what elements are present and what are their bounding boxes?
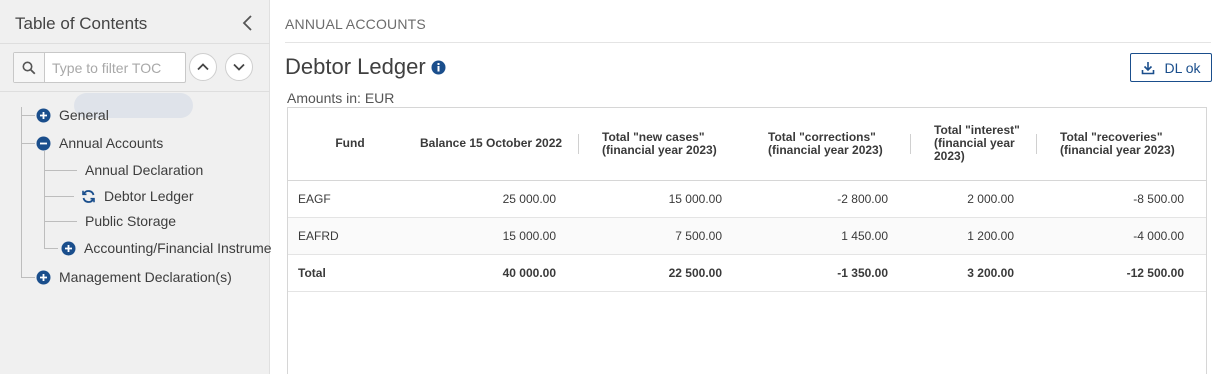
toc-filter-input[interactable] [46,53,185,82]
column-header-balance[interactable]: Balance 15 October 2022 [412,108,578,181]
tree-line [44,170,77,171]
previous-match-button[interactable] [189,53,217,81]
cell-recoveries: -12 500.00 [1036,254,1206,292]
tree-line [21,107,22,277]
toc-item-annual-declaration[interactable]: Annual Declaration [85,157,203,183]
column-header-interest[interactable]: Total "interest" (financial year 2023) [910,108,1036,181]
column-header-corrections[interactable]: Total "corrections" (financial year 2023… [744,108,910,181]
table-total-row: Total 40 000.00 22 500.00 -1 350.00 3 20… [288,254,1206,292]
plus-circle-icon[interactable] [61,241,76,256]
toc-sidebar: Table of Contents Type to filter TOC Gen… [0,0,272,374]
tree-line [44,248,58,249]
cell-interest: 2 000.00 [910,180,1036,218]
tree-line [21,115,35,116]
refresh-icon [82,189,95,203]
table-row: EAGF 25 000.00 15 000.00 -2 800.00 2 000… [288,180,1206,218]
main-content: ANNUAL ACCOUNTS Debtor Ledger DL ok Amou… [271,0,1225,374]
cell-interest: 1 200.00 [910,217,1036,255]
plus-circle-icon[interactable] [36,270,51,285]
chevron-up-icon [197,63,209,71]
toc-item-public-storage[interactable]: Public Storage [85,208,176,234]
app-window: Table of Contents Type to filter TOC Gen… [0,0,1225,374]
cell-fund: Total [288,254,412,292]
cell-corrections: 1 450.00 [744,217,910,255]
toc-item-accounting-financial-instruments[interactable]: Accounting/Financial Instrume [61,235,272,261]
tree-line [21,277,35,278]
amounts-currency-label: Amounts in: EUR [287,90,395,106]
toc-item-general[interactable]: General [36,102,109,128]
toc-item-label: Debtor Ledger [104,188,194,204]
cell-fund: EAFRD [288,217,412,255]
column-header-fund[interactable]: Fund [288,108,412,181]
chevron-left-icon[interactable] [240,13,256,33]
minus-circle-icon[interactable] [36,136,51,151]
toc-item-label: Annual Declaration [85,162,204,178]
tree-line [44,221,77,222]
cell-corrections: -2 800.00 [744,180,910,218]
toc-item-label: Accounting/Financial Instrume [84,240,272,256]
divider [285,42,1211,43]
download-icon [1142,61,1155,74]
column-header-recoveries[interactable]: Total "recoveries" (financial year 2023) [1036,108,1206,181]
toc-filter [13,52,186,83]
toc-item-label: General [59,107,109,123]
cell-recoveries: -4 000.00 [1036,217,1206,255]
tree-line [44,196,74,197]
plus-circle-icon[interactable] [36,108,51,123]
chevron-down-icon [233,63,245,71]
toc-item-annual-accounts[interactable]: Annual Accounts [36,130,163,156]
tree-line [21,143,35,144]
toc-item-debtor-ledger[interactable]: Debtor Ledger [81,183,194,209]
cell-new-cases: 15 000.00 [578,180,744,218]
cell-interest: 3 200.00 [910,254,1036,292]
page-title: Debtor Ledger [285,54,426,79]
info-icon[interactable] [431,60,446,75]
cell-fund: EAGF [288,180,412,218]
next-match-button[interactable] [225,53,253,81]
download-button[interactable]: DL ok [1130,53,1212,82]
breadcrumb[interactable]: ANNUAL ACCOUNTS [285,16,426,32]
search-icon [14,53,45,82]
table-header-row: Fund Balance 15 October 2022 Total "new … [288,108,1206,181]
cell-balance: 15 000.00 [412,217,578,255]
toc-header: Table of Contents [0,0,270,44]
cell-new-cases: 22 500.00 [578,254,744,292]
cell-balance: 25 000.00 [412,180,578,218]
toc-item-management-declarations[interactable]: Management Declaration(s) [36,264,232,290]
column-header-new-cases[interactable]: Total "new cases" (financial year 2023) [578,108,744,181]
debtor-ledger-table: Fund Balance 15 October 2022 Total "new … [287,107,1207,374]
toc-filter-row [0,44,270,92]
cell-balance: 40 000.00 [412,254,578,292]
table-row: EAFRD 15 000.00 7 500.00 1 450.00 1 200.… [288,217,1206,255]
download-button-label: DL ok [1164,59,1201,76]
cell-new-cases: 7 500.00 [578,217,744,255]
toc-item-label: Public Storage [85,213,177,229]
toc-item-label: Management Declaration(s) [59,269,232,285]
toc-item-label: Annual Accounts [59,135,164,151]
cell-corrections: -1 350.00 [744,254,910,292]
cell-recoveries: -8 500.00 [1036,180,1206,218]
toc-title: Table of Contents [15,14,148,33]
tree-line [44,151,45,248]
